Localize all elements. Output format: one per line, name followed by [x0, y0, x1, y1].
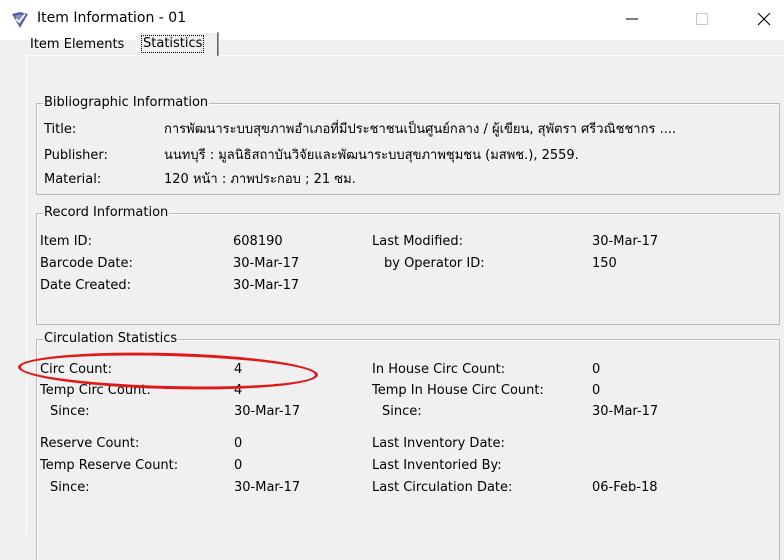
check-shield-icon [12, 12, 28, 28]
in-house-circ-count-value: 0 [592, 362, 601, 377]
close-icon [757, 12, 771, 26]
item-id-label: Item ID: [40, 234, 92, 249]
temp-in-house-circ-count-label: Temp In House Circ Count: [372, 383, 544, 398]
operator-id-value: 150 [592, 256, 617, 271]
last-modified-value: 30-Mar-17 [592, 234, 659, 249]
tab-statistics[interactable]: Statistics [136, 32, 218, 56]
window-title: Item Information - 01 [37, 10, 187, 26]
reserve-count-label: Reserve Count: [40, 436, 140, 451]
since-label-1: Since: [50, 404, 90, 419]
title-bar[interactable]: Item Information - 01 [0, 0, 784, 40]
publisher-value: นนทบุรี : มูลนิธิสถาบันวิจัยและพัฒนาระบบ… [164, 148, 579, 163]
publisher-label: Publisher: [44, 148, 108, 163]
temp-reserve-count-value: 0 [234, 458, 243, 473]
last-inventory-date-label: Last Inventory Date: [372, 436, 505, 451]
title-value: การพัฒนาระบบสุขภาพอำเภอที่มีประชาชนเป็นศ… [164, 122, 677, 137]
title-label: Title: [44, 122, 77, 137]
barcode-date-label: Barcode Date: [40, 256, 133, 271]
since-value-2: 30-Mar-17 [234, 480, 301, 495]
circulation-legend: Circulation Statistics [43, 331, 179, 347]
temp-in-house-circ-count-value: 0 [592, 383, 601, 398]
date-created-value: 30-Mar-17 [233, 278, 300, 293]
since-label-2: Since: [50, 480, 90, 495]
maximize-icon [696, 13, 708, 25]
maximize-button[interactable] [682, 4, 722, 34]
last-circulation-date-label: Last Circulation Date: [372, 480, 513, 495]
temp-reserve-count-label: Temp Reserve Count: [40, 458, 179, 473]
operator-id-label: by Operator ID: [384, 256, 485, 271]
minimize-icon [626, 18, 638, 20]
last-modified-label: Last Modified: [372, 234, 464, 249]
in-house-circ-count-label: In House Circ Count: [372, 362, 506, 377]
reserve-count-value: 0 [234, 436, 243, 451]
barcode-date-value: 30-Mar-17 [233, 256, 300, 271]
material-label: Material: [44, 172, 102, 187]
item-id-value: 608190 [233, 234, 283, 249]
minimize-button[interactable] [612, 4, 652, 34]
close-button[interactable] [744, 4, 784, 34]
last-circulation-date-value: 06-Feb-18 [592, 480, 658, 495]
date-created-label: Date Created: [40, 278, 132, 293]
material-value: 120 หน้า : ภาพประกอบ ; 21 ซม. [164, 172, 356, 187]
tab-item-elements[interactable]: Item Elements [26, 35, 140, 56]
last-inventoried-by-label: Last Inventoried By: [372, 458, 502, 473]
record-legend: Record Information [43, 205, 170, 221]
since-value-1: 30-Mar-17 [234, 404, 301, 419]
tab-statistics-label: Statistics [141, 35, 205, 53]
since-value-3: 30-Mar-17 [592, 404, 659, 419]
since-label-3: Since: [382, 404, 422, 419]
bibliographic-legend: Bibliographic Information [43, 95, 210, 111]
